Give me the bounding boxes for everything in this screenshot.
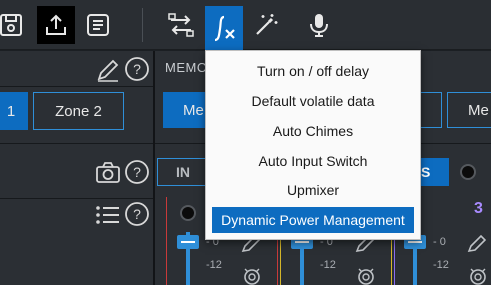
svg-text:?: ? (133, 164, 141, 180)
fader-scale-label: -12 (433, 259, 449, 271)
microphone-icon (310, 14, 328, 37)
fader-knob[interactable] (177, 235, 199, 249)
zone-2-label: Zone 2 (55, 102, 102, 120)
menu-item-auto-input-switch[interactable]: Auto Input Switch (206, 146, 420, 176)
menu-item-auto-chimes[interactable]: Auto Chimes (206, 116, 420, 146)
memory-button-2[interactable]: Me (447, 92, 491, 128)
magic-wand-button[interactable] (247, 6, 285, 44)
edit-pencil-icon[interactable] (466, 232, 490, 254)
menu-item-label: Default volatile data (251, 93, 375, 109)
input-button[interactable]: IN (157, 158, 209, 186)
list-menu-icon[interactable] (94, 203, 122, 227)
zone-1-button[interactable]: 1 (0, 92, 28, 130)
speaker-icon[interactable] (467, 266, 489, 285)
menu-item-upmixer[interactable]: Upmixer (206, 175, 420, 205)
s-label: S (421, 164, 431, 180)
menu-item-label: Auto Input Switch (258, 153, 368, 169)
edit-pencil-icon[interactable] (94, 56, 122, 84)
menu-item-label: Auto Chimes (272, 123, 354, 139)
menu-item-turn-on-off-delay[interactable]: Turn on / off delay (206, 56, 420, 86)
routing-icon (168, 13, 194, 37)
memory-button-label: Me (468, 101, 489, 119)
menu-item-label: Dynamic Power Management (221, 212, 405, 228)
divider-line (0, 198, 153, 199)
svg-text:?: ? (133, 206, 141, 222)
save-button[interactable] (0, 6, 30, 44)
svg-text:?: ? (133, 61, 141, 77)
function-icon (214, 15, 235, 42)
save-icon (0, 14, 22, 36)
upload-button[interactable] (37, 6, 75, 44)
routing-button[interactable] (162, 6, 200, 44)
fader-scale-label: -12 (320, 259, 336, 271)
function-dropdown-menu: Turn on / off delay Default volatile dat… (205, 50, 421, 240)
memory-button-label: Me (183, 101, 204, 119)
speaker-icon[interactable] (241, 266, 263, 285)
menu-item-label: Turn on / off delay (256, 63, 370, 79)
speaker-icon[interactable] (355, 266, 377, 285)
help-icon[interactable]: ? (124, 201, 150, 227)
zone-2-button[interactable]: Zone 2 (33, 92, 124, 130)
channel-number: 3 (474, 200, 483, 217)
menu-item-dynamic-power-management[interactable]: Dynamic Power Management (212, 207, 414, 233)
camera-icon[interactable] (94, 160, 122, 186)
menu-item-label: Upmixer (286, 182, 340, 198)
channel-led (180, 205, 196, 221)
input-label: IN (176, 164, 190, 180)
notes-list-icon (87, 14, 109, 36)
fader-scale-label: -12 (206, 259, 222, 271)
help-icon[interactable]: ? (124, 159, 150, 185)
help-icon[interactable]: ? (124, 56, 150, 82)
function-button[interactable] (205, 6, 243, 50)
divider-line (0, 143, 153, 144)
fader-scale-label: - 0 (433, 236, 446, 248)
upload-icon (46, 14, 66, 35)
toolbar-separator (142, 8, 143, 42)
menu-item-default-volatile-data[interactable]: Default volatile data (206, 86, 420, 116)
memory-label: MEMO (165, 60, 208, 75)
microphone-button[interactable] (300, 6, 338, 44)
main-toolbar (0, 0, 491, 50)
status-led (460, 164, 476, 180)
magic-wand-icon (256, 14, 278, 35)
zone-1-label: 1 (6, 102, 16, 120)
divider-line (0, 86, 153, 87)
notes-button[interactable] (79, 6, 117, 44)
